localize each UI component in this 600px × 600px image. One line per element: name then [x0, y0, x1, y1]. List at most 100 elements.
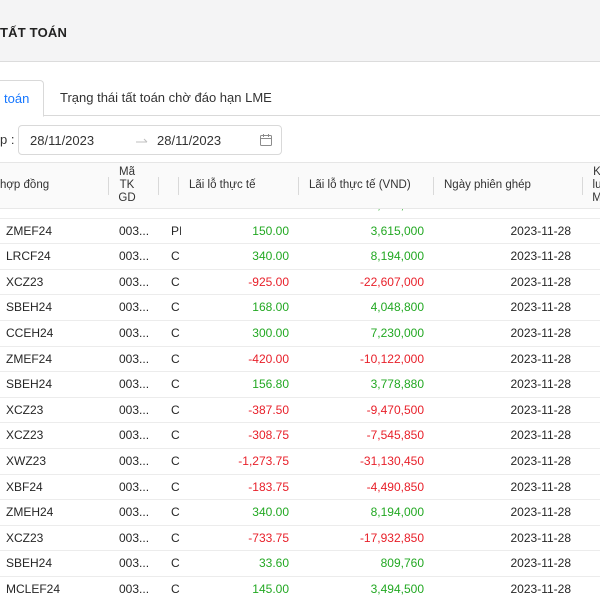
match-date-cell: 2023-11-28 [510, 325, 572, 340]
side-cell: C [171, 249, 180, 264]
contract-cell: XBF24 [6, 479, 43, 494]
column-divider[interactable] [158, 177, 159, 195]
col-header-extra[interactable]: K lu M [592, 166, 600, 212]
pnl-vnd-cell: 8,194,000 [370, 249, 424, 264]
column-divider[interactable] [298, 177, 299, 195]
pnl-cell: 340.00 [252, 505, 289, 520]
account-cell: 003... [119, 377, 150, 392]
table-row[interactable]: CCEH24 003... C 300.00 7,230,000 2023-11-28 [0, 321, 600, 347]
account-cell: 003... [119, 325, 150, 340]
contract-cell: XCZ23 [6, 428, 44, 443]
match-date-cell: 2023-11-28 [510, 453, 572, 468]
table-row[interactable]: XWZ23 003... C -1,273.75 -31,130,450 2023-11-… [0, 449, 600, 475]
column-divider[interactable] [108, 177, 109, 195]
settlement-table: hợp đồng Mã TK GD Lãi lỗ thực tế Lãi lỗ … [0, 162, 600, 600]
pnl-cell: -387.50 [248, 402, 289, 417]
match-date-cell: 2023-11-28 [510, 274, 572, 289]
column-divider[interactable] [178, 177, 179, 195]
table-row[interactable]: XCZ23 003... C -387.50 -9,470,500 2023-11-28 [0, 398, 600, 424]
table-row[interactable]: ZMEF24 003... PI 150.00 3,615,000 2023-11-28 [0, 219, 600, 245]
match-date-cell: 2023-11-28 [510, 581, 572, 596]
side-cell: PI [171, 223, 181, 238]
pnl-vnd-cell: 4,048,800 [370, 300, 424, 315]
col-header-contract[interactable]: hợp đồng [0, 163, 108, 209]
tab-lme-pending[interactable]: Trạng thái tất toán chờ đáo hạn LME [60, 80, 272, 116]
col-header-account[interactable]: Mã TK GD [115, 166, 139, 212]
pnl-vnd-cell: -7,545,850 [366, 428, 424, 443]
account-cell: 003... [119, 479, 150, 494]
table-row[interactable]: LRCF24 003... C 340.00 8,194,000 2023-11-28 [0, 244, 600, 270]
pnl-vnd-cell: 7,230,000 [370, 325, 424, 340]
contract-cell: MCLEF24 [6, 581, 61, 596]
contract-cell: XCZ23 [6, 274, 44, 289]
start-date-input[interactable]: 28/11/2023 [30, 133, 94, 148]
table-row[interactable]: XBF24 003... C -183.75 -4,490,850 2023-11-28 [0, 475, 600, 501]
pnl-cell: -733.75 [248, 530, 289, 545]
pnl-cell: -308.75 [248, 428, 289, 443]
account-cell: 003... [119, 428, 150, 443]
col-header-pnl[interactable]: Lãi lỗ thực tế [189, 163, 297, 209]
table-row[interactable]: SBEH24 003... C 156.80 3,778,880 2023-11-28 [0, 372, 600, 398]
table-row[interactable]: SBEH24 003... C 33.60 809,760 2023-11-28 [0, 551, 600, 577]
pnl-cell: 156.80 [252, 377, 289, 392]
contract-cell: ZMEF24 [6, 351, 53, 366]
match-date-cell: 2023-11-28 [510, 428, 572, 443]
contract-cell: ZMEH24 [6, 505, 54, 520]
match-date-cell: 2023-11-28 [510, 223, 572, 238]
table-body: XBF24003...C60.001,446,0002023-11-28ZMEF… [0, 193, 600, 600]
pnl-cell: 33.60 [258, 556, 289, 571]
match-date-cell: 2023-11-28 [510, 556, 572, 571]
page-title: TẤT TOÁN [0, 25, 68, 40]
table-row[interactable]: ZMEF24 003... C -420.00 -10,122,000 2023-11-2… [0, 347, 600, 373]
table-row[interactable]: SBEH24 003... C 168.00 4,048,800 2023-11-28 [0, 295, 600, 321]
contract-cell: XCZ23 [6, 402, 44, 417]
side-cell: C [171, 530, 180, 545]
pnl-cell: -183.75 [248, 479, 289, 494]
match-date-cell: 2023-11-28 [510, 249, 572, 264]
pnl-vnd-cell: 3,778,880 [370, 377, 424, 392]
contract-cell: SBEH24 [6, 300, 53, 315]
pnl-cell: -1,273.75 [238, 453, 289, 468]
account-cell: 003... [119, 402, 150, 417]
column-divider[interactable] [582, 177, 583, 195]
account-cell: 003... [119, 300, 150, 315]
arrow-right-icon [136, 138, 148, 143]
side-cell: C [171, 505, 180, 520]
contract-cell: SBEH24 [6, 556, 53, 571]
tab-settlement[interactable]: toán [0, 80, 44, 117]
side-cell: C [171, 402, 180, 417]
account-cell: 003... [119, 223, 150, 238]
calendar-icon[interactable] [259, 133, 273, 147]
table-row[interactable]: XCZ23 003... C -925.00 -22,607,000 2023-11-28 [0, 270, 600, 296]
pnl-cell: -925.00 [248, 274, 289, 289]
side-cell: C [171, 556, 180, 571]
contract-cell: SBEH24 [6, 377, 53, 392]
match-date-cell: 2023-11-28 [510, 377, 572, 392]
pnl-cell: 145.00 [252, 581, 289, 596]
col-header-pnl-vnd[interactable]: Lãi lỗ thực tế (VND) [309, 163, 431, 209]
pnl-vnd-cell: 809,760 [380, 556, 424, 571]
side-cell: C [171, 300, 180, 315]
table-row[interactable]: ZMEH24 003... C 340.00 8,194,000 2023-11-28 [0, 500, 600, 526]
page-header: TẤT TOÁN [0, 0, 600, 62]
table-row[interactable]: XCZ23 003... C -733.75 -17,932,850 2023-11-28 [0, 526, 600, 552]
table-row[interactable]: MCLEF24 003... C 145.00 3,494,500 2023-11-28 [0, 577, 600, 600]
pnl-vnd-cell: -9,470,500 [366, 402, 424, 417]
col-header-match-date[interactable]: Ngày phiên ghép [444, 163, 572, 209]
account-cell: 003... [119, 556, 150, 571]
pnl-vnd-cell: 8,194,000 [370, 505, 424, 520]
end-date-input[interactable]: 28/11/2023 [157, 133, 221, 148]
date-range-picker[interactable]: 28/11/2023 28/11/2023 [18, 125, 282, 155]
match-date-cell: 2023-11-28 [510, 351, 572, 366]
account-cell: 003... [119, 530, 150, 545]
pnl-vnd-cell: 3,494,500 [370, 581, 424, 596]
account-cell: 003... [119, 453, 150, 468]
side-cell: C [171, 274, 180, 289]
table-row[interactable]: XCZ23 003... C -308.75 -7,545,850 2023-11-28 [0, 423, 600, 449]
column-divider[interactable] [433, 177, 434, 195]
pnl-cell: 300.00 [252, 325, 289, 340]
pnl-cell: 340.00 [252, 249, 289, 264]
match-date-cell: 2023-11-28 [510, 479, 572, 494]
table-header: hợp đồng Mã TK GD Lãi lỗ thực tế Lãi lỗ … [0, 163, 600, 209]
side-cell: C [171, 428, 180, 443]
